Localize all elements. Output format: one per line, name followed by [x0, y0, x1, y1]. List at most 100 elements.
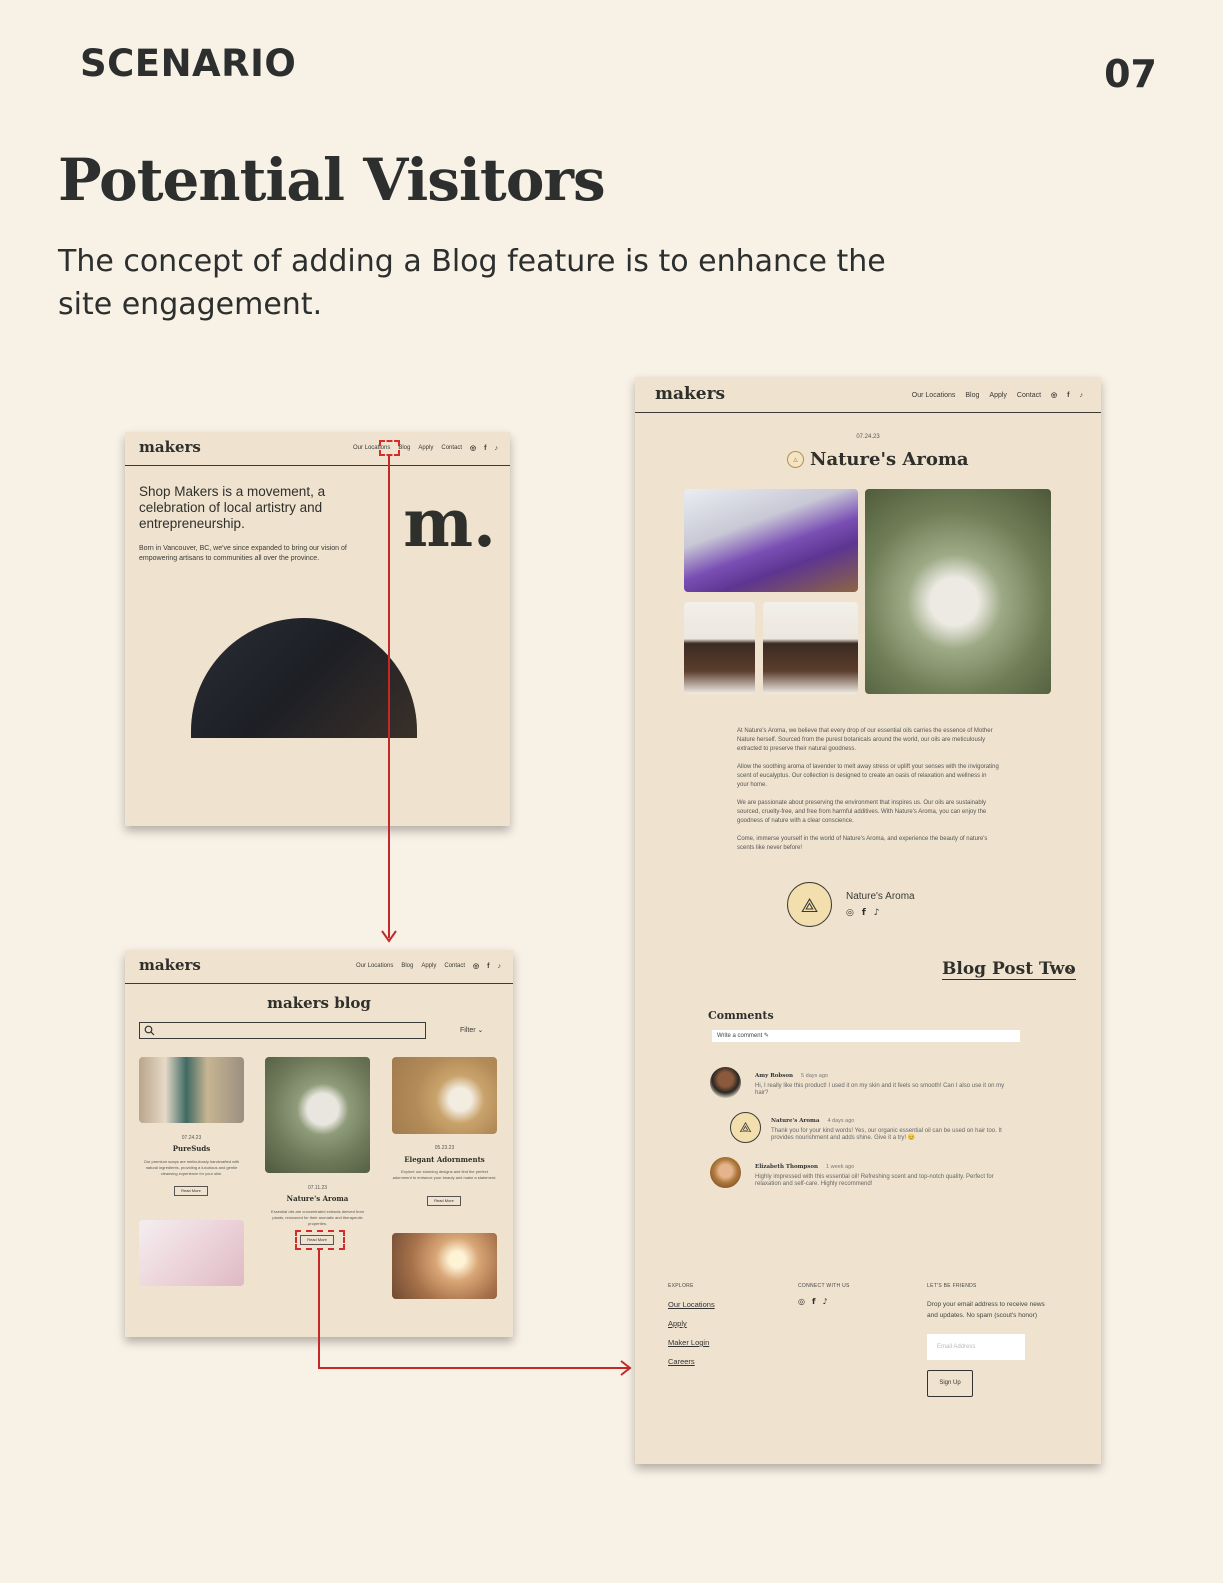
- nav-link-apply[interactable]: Apply: [418, 445, 433, 451]
- nav-link-blog[interactable]: Blog: [965, 392, 979, 399]
- instagram-icon[interactable]: ◎: [1051, 391, 1057, 399]
- tree-icon: ⟁: [739, 1119, 752, 1136]
- footer-link-careers[interactable]: Careers: [668, 1357, 695, 1366]
- footer-link-maker-login[interactable]: Maker Login: [668, 1338, 709, 1347]
- comment-author-name: Nature's Aroma: [771, 1118, 820, 1124]
- post-title-text: Nature's Aroma: [810, 449, 969, 470]
- post-body: At Nature's Aroma, we believe that every…: [737, 727, 999, 862]
- author-social: ◎ f ♪: [846, 908, 880, 918]
- footer-link-locations[interactable]: Our Locations: [668, 1300, 715, 1309]
- nav-link-locations[interactable]: Our Locations: [356, 963, 393, 969]
- read-more-button[interactable]: Read More: [174, 1186, 208, 1196]
- arrow-home-to-blog: [388, 456, 390, 938]
- avatar[interactable]: [710, 1157, 741, 1188]
- author-name: Nature's Aroma: [846, 891, 915, 902]
- filter-dropdown[interactable]: Filter ⌄: [460, 1026, 483, 1034]
- post-paragraph: Allow the soothing aroma of lavender to …: [737, 764, 999, 788]
- read-more-highlight: [295, 1230, 345, 1250]
- avatar[interactable]: ⟁: [730, 1112, 761, 1143]
- nav-link-locations[interactable]: Our Locations: [912, 392, 956, 399]
- gallery-image-lavender[interactable]: [684, 489, 858, 592]
- tiktok-icon[interactable]: ♪: [822, 1297, 827, 1306]
- read-more-button[interactable]: Read More: [427, 1196, 461, 1206]
- nav-link-contact[interactable]: Contact: [444, 963, 465, 969]
- comment-time: 5 days ago: [801, 1073, 828, 1079]
- logo[interactable]: makers: [139, 956, 201, 974]
- card-title[interactable]: Nature's Aroma: [265, 1194, 370, 1203]
- card-date: 07.24.23: [181, 1135, 202, 1141]
- home-screenshot: makers Our Locations Blog Apply Contact …: [125, 432, 510, 826]
- card-image-flower[interactable]: [139, 1220, 244, 1286]
- comment-author-name: Elizabeth Thompson: [755, 1164, 819, 1170]
- top-nav: makers Our Locations Blog Apply Contact …: [125, 432, 510, 466]
- brand-monogram: m.: [403, 484, 496, 562]
- gallery-image-eucalyptus[interactable]: [865, 489, 1051, 694]
- hero-body: Born in Vancouver, BC, we've since expan…: [139, 545, 347, 562]
- avatar[interactable]: [710, 1067, 741, 1098]
- tiktok-icon[interactable]: ♪: [498, 963, 502, 970]
- instagram-icon[interactable]: ◎: [846, 908, 854, 918]
- facebook-icon[interactable]: f: [484, 445, 486, 452]
- arrow-head-down-icon: [381, 930, 397, 943]
- tree-icon: ⟁: [800, 892, 819, 917]
- nav-link-blog[interactable]: Blog: [398, 445, 410, 451]
- logo[interactable]: makers: [655, 384, 725, 404]
- instagram-icon[interactable]: ◎: [473, 962, 479, 970]
- footer-link-apply[interactable]: Apply: [668, 1319, 687, 1328]
- card-desc: Essential oils are concentrated extracts…: [271, 1209, 364, 1226]
- nav-link-apply[interactable]: Apply: [421, 963, 436, 969]
- chevron-down-icon: ⌄: [477, 1027, 484, 1034]
- footer-friends-title: LET'S BE FRIENDS: [927, 1283, 977, 1289]
- post-title: ▵ Nature's Aroma: [787, 449, 969, 470]
- post-date: 07.24.23: [856, 434, 880, 440]
- card-date: 07.11.23: [307, 1185, 328, 1191]
- facebook-icon[interactable]: f: [487, 963, 489, 970]
- instagram-icon[interactable]: ◎: [798, 1297, 805, 1306]
- card-image-candles[interactable]: [392, 1233, 497, 1299]
- author-avatar[interactable]: ⟁: [787, 882, 832, 927]
- tiktok-icon[interactable]: ♪: [874, 908, 880, 918]
- slide-subtitle: The concept of adding a Blog feature is …: [58, 244, 886, 322]
- top-nav: makers Our Locations Blog Apply Contact …: [125, 950, 513, 984]
- card-title[interactable]: Elegant Adornments: [392, 1155, 497, 1164]
- facebook-icon[interactable]: f: [1067, 392, 1069, 399]
- card-image-soaps[interactable]: [139, 1057, 244, 1123]
- logo[interactable]: makers: [139, 438, 201, 456]
- nav-link-contact[interactable]: Contact: [441, 445, 462, 451]
- nav-link-apply[interactable]: Apply: [989, 392, 1007, 399]
- comment-text: Thank you for your kind words! Yes, our …: [771, 1128, 1002, 1141]
- facebook-icon[interactable]: f: [812, 1297, 815, 1306]
- nav-link-blog[interactable]: Blog: [401, 963, 413, 969]
- blog-title: makers blog: [267, 994, 371, 1012]
- pencil-icon: ✎: [763, 1033, 769, 1039]
- card-image-jewelry[interactable]: [392, 1057, 497, 1134]
- tiktok-icon[interactable]: ♪: [1080, 392, 1084, 399]
- footer-explore-title: EXPLORE: [668, 1283, 694, 1289]
- comment-time: 1 week ago: [826, 1164, 855, 1170]
- instagram-icon[interactable]: ◎: [470, 444, 476, 452]
- hero-lead: Shop Makers is a movement, a celebration…: [139, 484, 326, 531]
- top-nav: makers Our Locations Blog Apply Contact …: [635, 377, 1101, 413]
- comment-input[interactable]: Write a comment ✎: [712, 1030, 1020, 1042]
- brand-tree-icon: ▵: [787, 451, 804, 468]
- card-desc: Our premium soaps are meticulously handc…: [143, 1159, 240, 1176]
- signup-button[interactable]: Sign Up: [927, 1370, 973, 1397]
- facebook-icon[interactable]: f: [862, 908, 866, 918]
- comment-text: Highly impressed with this essential oil…: [755, 1174, 994, 1187]
- gallery-image-bottle-two[interactable]: [763, 602, 858, 694]
- arrow-blog-to-post-h: [318, 1367, 629, 1369]
- arrow-head-right-icon: [620, 1360, 632, 1376]
- tiktok-icon[interactable]: ♪: [495, 445, 499, 452]
- search-input[interactable]: [139, 1022, 426, 1039]
- card-title[interactable]: PureSuds: [139, 1144, 244, 1153]
- chevron-right-icon[interactable]: ›: [1067, 961, 1073, 979]
- gallery-image-bottle-one[interactable]: [684, 602, 755, 694]
- nav-links: Our Locations Blog Apply Contact ◎ f ♪: [353, 444, 499, 453]
- card-image-oil-bottle[interactable]: [265, 1057, 370, 1173]
- next-post-link[interactable]: Blog Post Two: [942, 959, 1076, 980]
- card-desc: Explore our stunning designs and find th…: [392, 1169, 497, 1180]
- email-field[interactable]: Email Address: [927, 1334, 1025, 1360]
- nav-link-contact[interactable]: Contact: [1017, 392, 1041, 399]
- comment-author-name: Amy Robson: [755, 1073, 794, 1079]
- comment-author: Elizabeth Thompson 1 week ago: [755, 1164, 854, 1170]
